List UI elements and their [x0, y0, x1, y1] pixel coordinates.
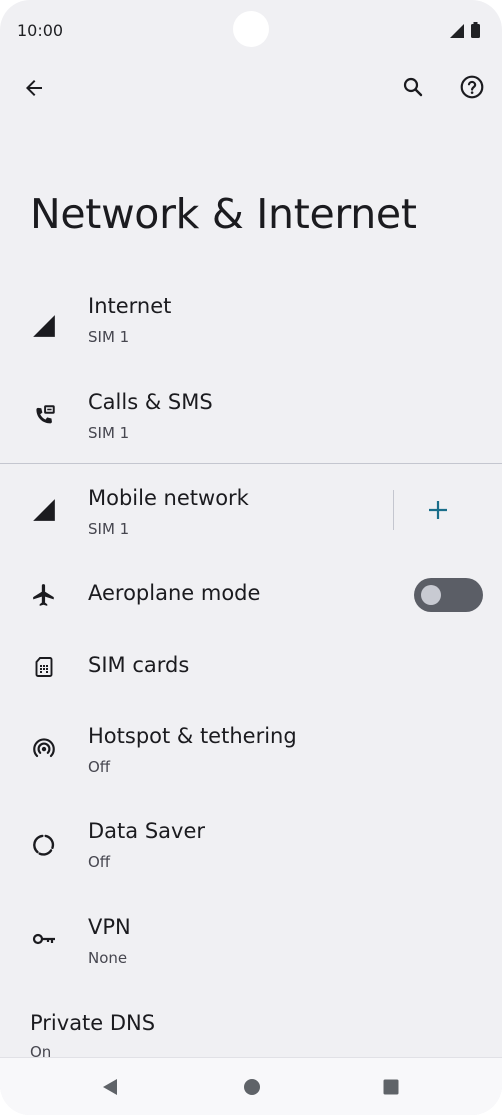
arrow-back-icon	[26, 80, 42, 96]
nav-recents-button[interactable]	[376, 1072, 406, 1102]
hotspot-icon	[30, 734, 58, 762]
setting-internet[interactable]: Internet SIM 1	[0, 290, 502, 366]
nav-back-icon	[103, 1079, 117, 1095]
setting-title: Mobile network	[88, 486, 249, 510]
help-button[interactable]	[452, 67, 492, 107]
setting-title: SIM cards	[88, 653, 190, 677]
page-title: Network & Internet	[30, 190, 417, 238]
toggle-knob	[421, 585, 441, 605]
nav-recents-icon	[383, 1079, 399, 1095]
setting-vpn[interactable]: VPN None	[0, 911, 502, 987]
camera-cutout	[233, 11, 269, 47]
setting-sim-cards[interactable]: SIM cards	[0, 644, 502, 692]
phone-sms-icon	[30, 402, 58, 430]
vertical-divider	[393, 490, 394, 530]
battery-icon	[471, 24, 480, 38]
setting-subtitle: None	[88, 949, 128, 967]
search-icon	[403, 77, 423, 97]
settings-screen: 10:00 Network & Internet Internet SIM 1 …	[0, 0, 502, 1115]
nav-home-icon	[244, 1079, 260, 1095]
signal-icon	[30, 496, 58, 524]
setting-private-dns-title[interactable]: Private DNS	[30, 1011, 155, 1035]
setting-title: VPN	[88, 915, 131, 939]
setting-title: Calls & SMS	[88, 390, 213, 414]
setting-data-saver[interactable]: Data Saver Off	[0, 815, 502, 891]
setting-title: Hotspot & tethering	[88, 724, 297, 748]
signal-icon	[30, 312, 58, 340]
search-button[interactable]	[393, 67, 433, 107]
airplane-icon	[30, 581, 58, 609]
data-saver-icon	[30, 831, 58, 859]
setting-title: Aeroplane mode	[88, 581, 261, 605]
add-network-button[interactable]	[420, 492, 456, 528]
add-icon	[429, 501, 447, 519]
setting-calls-sms[interactable]: Calls & SMS SIM 1	[0, 386, 502, 462]
setting-subtitle: Off	[88, 853, 111, 871]
setting-title: Internet	[88, 294, 172, 318]
help-icon	[460, 75, 484, 99]
setting-subtitle: Off	[88, 758, 111, 776]
status-bar: 10:00	[0, 0, 502, 62]
setting-subtitle: SIM 1	[88, 520, 130, 538]
aeroplane-mode-toggle[interactable]	[414, 578, 483, 612]
nav-back-button[interactable]	[95, 1072, 125, 1102]
vpn-key-icon	[30, 925, 58, 953]
setting-subtitle: SIM 1	[88, 424, 130, 442]
status-icons	[446, 22, 486, 40]
setting-title: Data Saver	[88, 819, 205, 843]
signal-icon	[450, 24, 464, 38]
nav-home-button[interactable]	[237, 1072, 267, 1102]
sim-card-icon	[30, 653, 58, 681]
setting-hotspot-tethering[interactable]: Hotspot & tethering Off	[0, 720, 502, 796]
status-time: 10:00	[17, 21, 64, 40]
back-button[interactable]	[14, 68, 54, 108]
section-divider	[0, 463, 502, 464]
setting-subtitle: SIM 1	[88, 328, 130, 346]
navigation-bar	[0, 1057, 502, 1115]
